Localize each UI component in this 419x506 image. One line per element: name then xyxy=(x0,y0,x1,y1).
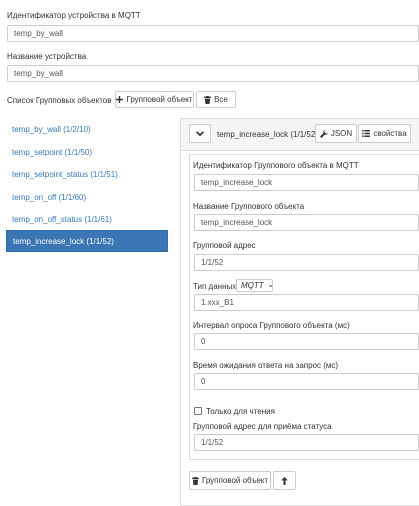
go-name-label: Название Группового объекта xyxy=(193,202,305,211)
response-timeout-input[interactable]: 0 xyxy=(194,373,419,390)
group-object-item[interactable]: temp_setpoint_status (1/1/51) xyxy=(6,163,168,185)
go-name-input[interactable]: temp_increase_lock xyxy=(194,214,419,231)
group-object-item[interactable]: temp_on_off (1/1/60) xyxy=(6,186,168,208)
data-type-input[interactable]: 1.xxx_B1 xyxy=(194,294,419,311)
arrow-up-icon xyxy=(281,476,288,485)
group-address-input[interactable]: 1/1/52 xyxy=(194,254,419,271)
poll-interval-input[interactable]: 0 xyxy=(194,333,419,350)
device-mqtt-id-input[interactable]: temp_by_wall xyxy=(7,25,419,42)
group-objects-list-label: Список Групповых объектов xyxy=(7,96,112,105)
properties-button-label: свойства xyxy=(373,129,407,138)
chevron-down-icon xyxy=(196,130,204,136)
go-mqtt-id-label: Идентификатор Группового объекта в MQTT xyxy=(193,161,359,170)
list-icon xyxy=(362,130,371,137)
group-object-item[interactable]: temp_by_wall (1/2/10) xyxy=(6,118,168,140)
data-type-label: Тип данных xyxy=(193,282,237,291)
status-address-input[interactable]: 1/1/52 xyxy=(194,434,419,451)
delete-group-object-label: Групповой объект xyxy=(201,476,269,485)
delete-all-label: Все xyxy=(214,95,228,104)
response-timeout-label: Время ожидания ответа на запрос (мс) xyxy=(193,361,339,370)
json-button[interactable]: JSON xyxy=(315,124,357,143)
read-only-checkbox[interactable] xyxy=(194,407,202,415)
go-mqtt-id-input[interactable]: temp_increase_lock xyxy=(194,174,419,191)
device-name-input[interactable]: temp_by_wall xyxy=(7,65,419,82)
properties-button[interactable]: свойства xyxy=(358,124,411,143)
add-group-object-label: Групповой объект xyxy=(126,95,193,104)
trash-icon xyxy=(204,95,211,104)
device-name-label: Название устройства xyxy=(7,52,87,61)
status-address-label: Групповой адрес для приёма статуса xyxy=(193,422,332,431)
move-up-button[interactable] xyxy=(273,471,296,490)
wrench-icon xyxy=(319,129,328,138)
group-object-item[interactable]: temp_on_off_status (1/1/61) xyxy=(6,208,168,230)
add-group-object-button[interactable]: Групповой объект xyxy=(115,91,194,108)
data-type-selected: MQTT xyxy=(241,281,264,290)
delete-group-object-button[interactable]: Групповой объект xyxy=(189,471,271,490)
group-object-item[interactable]: temp_setpoint (1/1/50) xyxy=(6,141,168,163)
chevron-down-icon xyxy=(268,284,272,287)
collapse-detail-button[interactable] xyxy=(189,124,211,143)
json-button-label: JSON xyxy=(330,129,353,138)
trash-icon xyxy=(192,476,199,485)
group-object-item-selected[interactable]: temp_increase_lock (1/1/52) xyxy=(6,230,168,252)
delete-all-button[interactable]: Все xyxy=(196,91,236,108)
detail-title: temp_increase_lock (1/1/52) xyxy=(217,130,318,139)
poll-interval-label: Интервал опроса Группового объекта (мс) xyxy=(193,321,350,330)
read-only-label: Только для чтения xyxy=(206,407,275,416)
group-address-label: Групповой адрес xyxy=(193,241,256,250)
plus-icon xyxy=(116,96,124,103)
data-type-select[interactable]: MQTT xyxy=(236,279,273,292)
device-mqtt-id-label: Идентификатор устройства в MQTT xyxy=(7,11,141,20)
